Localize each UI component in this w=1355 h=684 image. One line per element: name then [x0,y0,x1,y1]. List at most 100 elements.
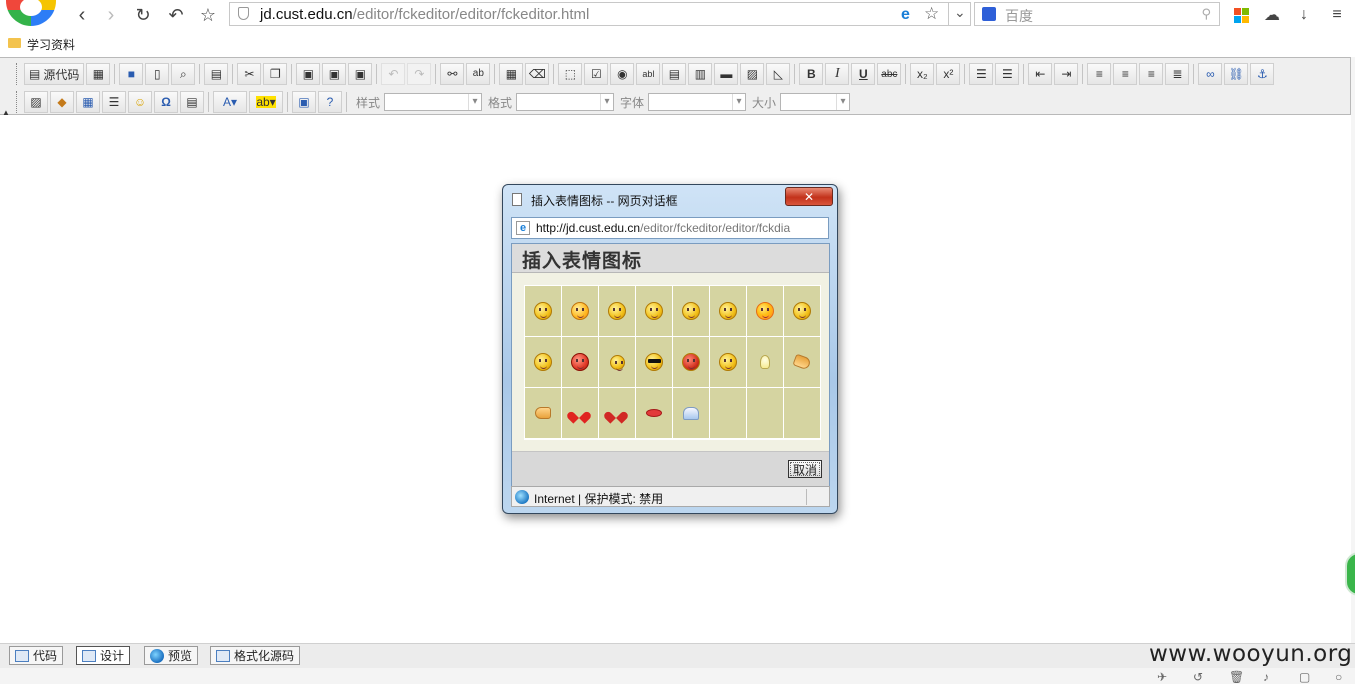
checkbox-button[interactable]: ☑ [584,63,609,85]
zoom-icon[interactable]: ○ [1335,670,1342,684]
bold-button[interactable]: B [799,63,824,85]
link-button[interactable]: ∞ [1198,63,1223,85]
menu-icon[interactable]: ≡ [1328,6,1346,24]
align-justify-button[interactable]: ≣ [1165,63,1190,85]
smiley-cell[interactable] [636,337,672,387]
smiley-button[interactable]: ☺ [128,91,152,113]
unlink-button[interactable]: ⛓ [1224,63,1249,85]
smiley-cell[interactable] [784,337,820,387]
text-color-button[interactable]: A▾ [213,91,247,113]
save-button[interactable]: ■ [119,63,144,85]
button-field-button[interactable]: ▬ [714,63,739,85]
strike-button[interactable]: abc [877,63,902,85]
search-icon[interactable]: ⚲ [1201,6,1211,22]
search-box[interactable]: 百度 ⚲ [974,2,1220,26]
new-page-button[interactable]: ▯ [145,63,170,85]
apps-icon[interactable] [1232,6,1250,24]
smiley-cell[interactable] [525,286,561,336]
image-button-button[interactable]: ▨ [740,63,765,85]
underline-button[interactable]: U [851,63,876,85]
outdent-button[interactable]: ⇤ [1028,63,1053,85]
smiley-cell[interactable] [599,388,635,438]
anchor-button[interactable]: ⚓ [1250,63,1275,85]
smiley-cell[interactable] [599,337,635,387]
ordered-list-button[interactable]: ☰ [969,63,994,85]
align-right-button[interactable]: ≡ [1139,63,1164,85]
trash-icon[interactable]: 🗑 [1229,670,1244,684]
smiley-cell[interactable] [784,286,820,336]
page-break-button[interactable]: ▤ [180,91,204,113]
redo-button[interactable]: ↷ [407,63,432,85]
cut-button[interactable]: ✂ [237,63,262,85]
bookmark-star-icon[interactable]: ☆ [924,4,939,24]
replace-button[interactable]: ab [466,63,491,85]
size-select[interactable] [780,93,851,111]
textarea-button[interactable]: ▤ [662,63,687,85]
collapse-toolbar-icon[interactable]: ▲ [2,108,10,117]
tab-design[interactable]: 设计 [76,646,131,665]
volume-icon[interactable]: ♪ [1263,670,1269,684]
window-icon[interactable]: ▢ [1299,670,1310,684]
templates-button[interactable]: ▤ [204,63,229,85]
reload-icon[interactable]: ↻ [132,4,154,26]
align-center-button[interactable]: ≡ [1113,63,1138,85]
find-button[interactable]: ⚯ [440,63,465,85]
smiley-cell[interactable] [562,388,598,438]
close-button[interactable]: ✕ [785,187,833,206]
paste-button[interactable]: ▣ [296,63,321,85]
table-button[interactable]: ▦ [76,91,100,113]
smiley-cell[interactable] [562,337,598,387]
superscript-button[interactable]: x² [936,63,961,85]
bg-color-button[interactable]: ab▾ [249,91,283,113]
form-button[interactable]: ⬚ [558,63,583,85]
back-icon[interactable]: ‹ [71,4,93,26]
toolbar-grip[interactable] [16,91,20,113]
radio-button[interactable]: ◉ [610,63,635,85]
toolbar-grip[interactable] [16,63,20,85]
undo-close-tab-icon[interactable]: ↶ [165,4,187,26]
chevron-down-icon[interactable]: ⌄ [954,4,966,21]
horizontal-rule-button[interactable]: ☰ [102,91,126,113]
floating-helper-icon[interactable] [1345,552,1355,596]
tab-format-source[interactable]: 格式化源码 [210,646,301,665]
image-button[interactable]: ▨ [24,91,48,113]
select-field-button[interactable]: ▥ [688,63,713,85]
smiley-cell[interactable] [673,337,709,387]
paste-text-button[interactable]: ▣ [322,63,347,85]
hidden-field-button[interactable]: ◺ [766,63,791,85]
show-blocks-button[interactable]: ▣ [292,91,316,113]
cloud-icon[interactable]: ☁ [1263,6,1281,24]
status-icon[interactable]: ↺ [1193,670,1203,684]
tab-preview[interactable]: 预览 [144,646,199,665]
ie-mode-icon[interactable]: e [901,6,910,24]
smiley-cell[interactable] [673,388,709,438]
font-select[interactable] [648,93,747,111]
flash-button[interactable]: ◆ [50,91,74,113]
doc-props-button[interactable]: ▦ [86,63,111,85]
smiley-cell[interactable] [636,388,672,438]
remove-format-button[interactable]: ⌫ [525,63,550,85]
italic-button[interactable]: I [825,63,850,85]
subscript-button[interactable]: x₂ [910,63,935,85]
style-select[interactable] [384,93,483,111]
tab-code[interactable]: 代码 [9,646,64,665]
favorite-star-icon[interactable]: ☆ [197,4,219,26]
bookmark-folder-study[interactable]: 学习资料 [27,36,75,53]
smiley-cell[interactable] [710,286,746,336]
format-select[interactable] [516,93,615,111]
smiley-cell[interactable] [673,286,709,336]
smiley-cell[interactable] [599,286,635,336]
smiley-cell[interactable] [525,337,561,387]
paste-word-button[interactable]: ▣ [348,63,373,85]
select-all-button[interactable]: ▦ [499,63,524,85]
smiley-cell[interactable] [636,286,672,336]
smiley-cell[interactable] [747,286,783,336]
align-left-button[interactable]: ≡ [1087,63,1112,85]
status-icon[interactable]: ✈ [1157,670,1167,684]
preview-button[interactable]: ⌕ [171,63,196,85]
special-char-button[interactable]: Ω [154,91,178,113]
address-bar[interactable]: jd.cust.edu.cn/editor/fckeditor/editor/f… [229,2,971,26]
smiley-cell[interactable] [747,337,783,387]
cancel-button[interactable]: 取消 [788,460,822,478]
unordered-list-button[interactable]: ☰ [995,63,1020,85]
